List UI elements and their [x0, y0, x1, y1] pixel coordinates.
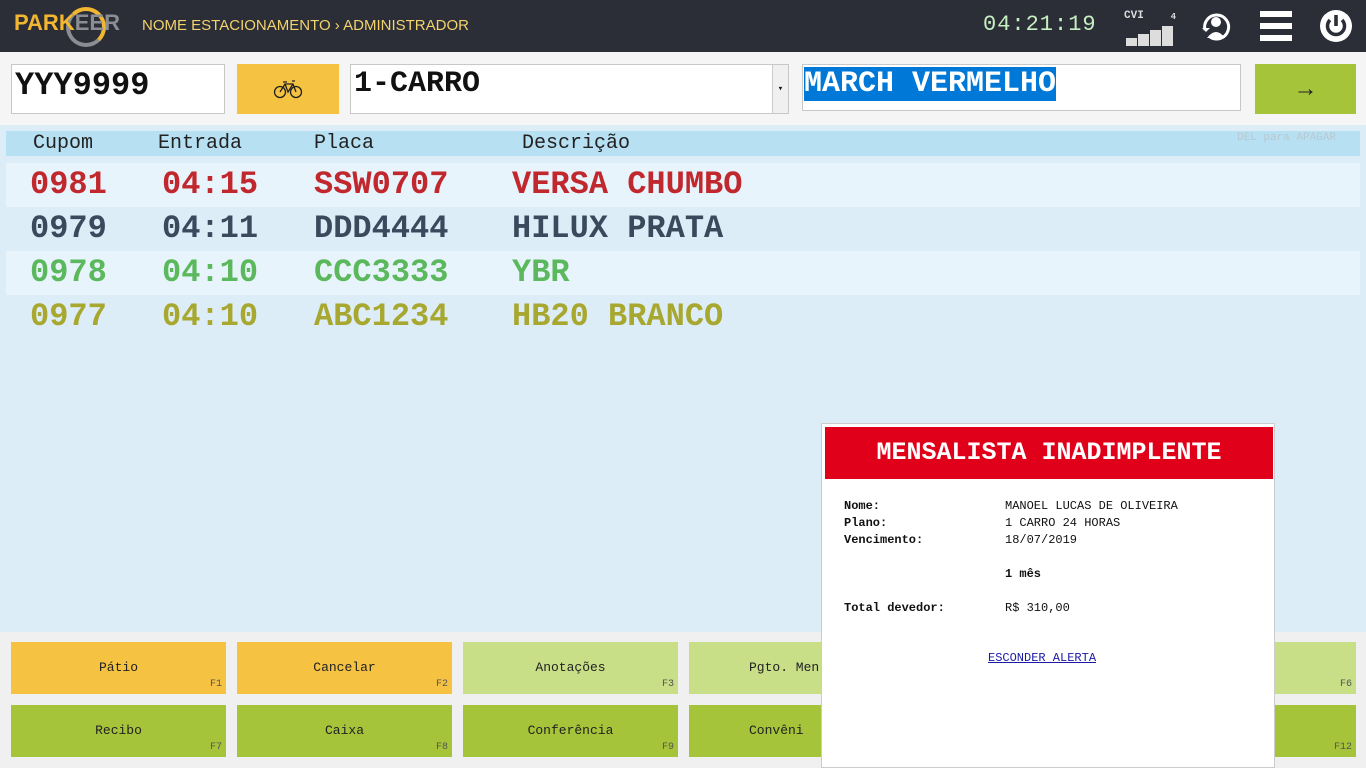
cell-placa: SSW0707 [314, 166, 449, 203]
total-value: R$ 310,00 [1005, 601, 1070, 615]
function-button-f2[interactable]: Cancelar F2 [237, 642, 452, 694]
cell-descricao: HB20 BRANCO [512, 298, 724, 335]
support-user-icon[interactable] [1198, 8, 1234, 44]
name-value: MANOEL LUCAS DE OLIVEIRA [1005, 499, 1178, 513]
shortcut-key: F6 [1339, 679, 1352, 690]
shortcut-key: F9 [661, 742, 674, 753]
table-row[interactable]: 0978 04:10 CCC3333 YBR [6, 251, 1360, 295]
cell-entrada: 04:10 [162, 298, 259, 335]
cell-descricao: YBR [512, 254, 570, 291]
cell-cupom: 0977 [30, 298, 107, 335]
signal-indicator: CVI 4 [1124, 10, 1180, 48]
cell-placa: DDD4444 [314, 210, 449, 247]
cell-cupom: 0979 [30, 210, 107, 247]
shortcut-key: F7 [209, 742, 222, 753]
cell-placa: CCC3333 [314, 254, 449, 291]
breadcrumb: NOME ESTACIONAMENTO › ADMINISTRADOR [142, 17, 469, 34]
function-button-f7[interactable]: Recibo F7 [11, 705, 226, 757]
signal-bar [1126, 38, 1137, 46]
vehicle-type-button[interactable] [237, 64, 339, 114]
button-label: Caixa [324, 723, 364, 738]
alert-title: MENSALISTA INADIMPLENTE [825, 427, 1273, 479]
function-button-f1[interactable]: Pátio F1 [11, 642, 226, 694]
plan-label: Plano: [844, 516, 888, 530]
signal-bar [1150, 30, 1161, 46]
cell-descricao: HILUX PRATA [512, 210, 724, 247]
shortcut-key: F3 [661, 679, 674, 690]
table-row[interactable]: 0979 04:11 DDD4444 HILUX PRATA [6, 207, 1360, 251]
column-header: Descrição [522, 132, 631, 155]
button-label: Pátio [98, 660, 138, 675]
column-header: Cupom [33, 132, 94, 155]
hide-alert-link[interactable]: ESCONDER ALERTA [988, 651, 1096, 665]
chevron-down-icon[interactable]: ▾ [772, 65, 788, 113]
alert-dialog: MENSALISTA INADIMPLENTE Nome: MANOEL LUC… [821, 423, 1275, 768]
button-label: Recibo [95, 723, 142, 738]
signal-level: 4 [1170, 12, 1176, 22]
top-bar: PARKEER NOME ESTACIONAMENTO › ADMINISTRA… [0, 0, 1366, 52]
shortcut-key: F1 [209, 679, 222, 690]
total-label: Total devedor: [844, 601, 945, 615]
function-button-f9[interactable]: Conferência F9 [463, 705, 678, 757]
clock: 04:21:19 [983, 12, 1097, 37]
vehicle-type-value: 1-CARRO [354, 67, 481, 101]
button-label: Conferência [527, 723, 614, 738]
table-row[interactable]: 0977 04:10 ABC1234 HB20 BRANCO [6, 295, 1360, 339]
cell-entrada: 04:11 [162, 210, 259, 247]
delete-hint: DEL para APAGAR [1236, 132, 1336, 144]
column-header: Placa [314, 132, 375, 155]
power-icon[interactable] [1318, 8, 1354, 44]
signal-label: CVI [1124, 10, 1144, 22]
vehicle-type-select[interactable]: 1-CARRO ▾ [350, 64, 789, 114]
description-value: MARCH VERMELHO [804, 67, 1057, 101]
cell-descricao: VERSA CHUMBO [512, 166, 743, 203]
due-label: Vencimento: [844, 533, 924, 547]
column-header: Entrada [158, 132, 243, 155]
table-row[interactable]: 0981 04:15 SSW0707 VERSA CHUMBO [6, 163, 1360, 207]
cell-entrada: 04:10 [162, 254, 259, 291]
signal-bar [1138, 34, 1149, 46]
logo: PARKEER [14, 10, 120, 35]
plan-value: 1 CARRO 24 HORAS [1005, 516, 1121, 530]
function-button-f3[interactable]: Anotações F3 [463, 642, 678, 694]
arrow-right-icon: → [1293, 75, 1318, 102]
bicycle-icon [273, 80, 303, 99]
cell-entrada: 04:15 [162, 166, 259, 203]
shortcut-key: F2 [435, 679, 448, 690]
menu-icon[interactable] [1258, 8, 1294, 44]
signal-bar [1162, 26, 1173, 46]
cell-cupom: 0981 [30, 166, 107, 203]
plate-input[interactable]: YYY9999 [11, 64, 225, 114]
cell-cupom: 0978 [30, 254, 107, 291]
function-button-f8[interactable]: Caixa F8 [237, 705, 452, 757]
shortcut-key: F8 [435, 742, 448, 753]
due-value: 18/07/2019 [1005, 533, 1078, 547]
button-label: Cancelar [313, 660, 376, 675]
submit-button[interactable]: → [1255, 64, 1356, 114]
description-input[interactable]: MARCH VERMELHO [802, 64, 1241, 111]
button-label: Anotações [535, 660, 606, 675]
table-header: Cupom Entrada Placa Descrição DEL para A… [6, 131, 1360, 156]
cell-placa: ABC1234 [314, 298, 449, 335]
shortcut-key: F12 [1333, 742, 1352, 753]
name-label: Nome: [844, 499, 881, 513]
months-overdue: 1 mês [1005, 567, 1042, 581]
